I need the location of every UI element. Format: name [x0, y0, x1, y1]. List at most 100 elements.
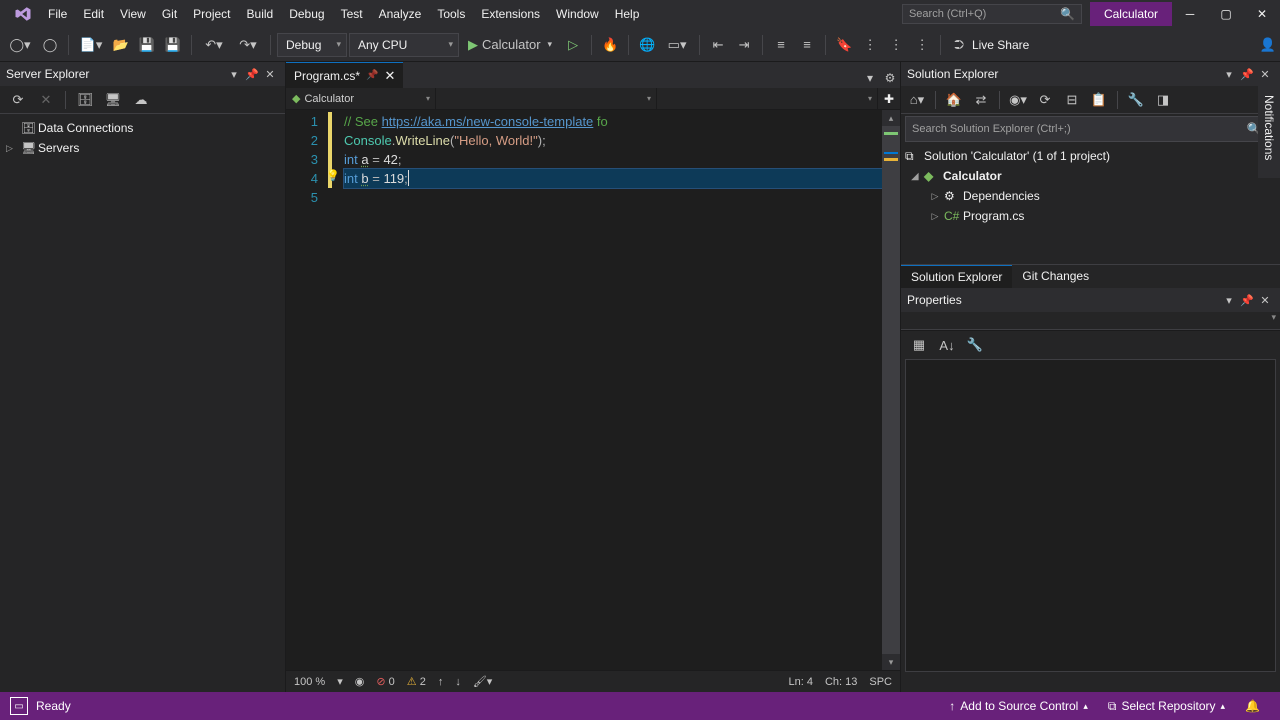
tree-item-data-connections[interactable]: 🗄 Data Connections	[0, 118, 285, 138]
sol-pending-button[interactable]: ◉▾	[1006, 88, 1030, 112]
sol-show-all-button[interactable]: 📋	[1087, 88, 1111, 112]
stop-refresh-button[interactable]: ✕	[34, 88, 58, 112]
hot-reload-button[interactable]: 🔥	[598, 33, 622, 57]
close-tab-button[interactable]: ✕	[384, 68, 395, 84]
bookmark-button[interactable]: 🔖	[832, 33, 856, 57]
no-issues-icon[interactable]: ◉	[355, 675, 365, 688]
code-cleanup-button[interactable]: 🖌▾	[473, 675, 493, 688]
lightbulb-icon[interactable]: 💡	[326, 169, 340, 182]
sol-sync-button[interactable]: ⟳	[1033, 88, 1057, 112]
menu-extensions[interactable]: Extensions	[473, 2, 548, 26]
file-tab-program-cs[interactable]: Program.cs* 📌 ✕	[286, 62, 403, 88]
next-issue-button[interactable]: ↓	[455, 676, 461, 688]
outdent-button[interactable]: ⇤	[706, 33, 730, 57]
menu-window[interactable]: Window	[548, 2, 607, 26]
panel-close-button[interactable]: ✕	[1256, 294, 1274, 307]
menu-git[interactable]: Git	[154, 2, 185, 26]
menu-project[interactable]: Project	[185, 2, 238, 26]
file-node-program-cs[interactable]: ▷ C# Program.cs	[901, 206, 1280, 226]
nav-member-dropdown[interactable]	[657, 88, 878, 109]
connect-azure-button[interactable]: ☁	[129, 88, 153, 112]
sol-home-button[interactable]: 🏠	[942, 88, 966, 112]
global-search-input[interactable]: Search (Ctrl+Q) 🔍	[902, 4, 1082, 24]
menu-view[interactable]: View	[112, 2, 154, 26]
property-pages-button[interactable]: 🔧	[963, 333, 987, 357]
tb-misc2[interactable]: ⋮	[884, 33, 908, 57]
warning-icon[interactable]: ⚠	[407, 676, 417, 688]
output-window-icon[interactable]: ▭	[10, 697, 28, 715]
connect-db-button[interactable]: 🗄	[73, 88, 97, 112]
tb-misc3[interactable]: ⋮	[910, 33, 934, 57]
start-without-debug-button[interactable]: ▷	[561, 33, 585, 57]
notifications-tab[interactable]: Notifications	[1258, 78, 1280, 178]
browser-link-button[interactable]: 🌐	[635, 33, 659, 57]
save-all-button[interactable]: 💾	[161, 33, 185, 57]
panel-dropdown-button[interactable]: ▾	[1220, 294, 1238, 307]
sol-switch-button[interactable]: ⇄	[969, 88, 993, 112]
window-maximize-button[interactable]: ▢	[1208, 0, 1244, 28]
uncomment-button[interactable]: ≡	[795, 33, 819, 57]
vertical-scrollbar[interactable]: ▴ ▾	[882, 110, 900, 670]
properties-combo-dropdown[interactable]: ▾	[1271, 312, 1276, 329]
add-source-control-button[interactable]: ↑ Add to Source Control ▴	[939, 699, 1098, 713]
nav-project-dropdown[interactable]: ◆ Calculator	[286, 88, 436, 109]
live-share-button[interactable]: ⮊ Live Share	[947, 33, 1040, 57]
menu-debug[interactable]: Debug	[281, 2, 332, 26]
menu-test[interactable]: Test	[333, 2, 371, 26]
dependencies-node[interactable]: ▷ ⚙ Dependencies	[901, 186, 1280, 206]
connect-server-button[interactable]: 🖥	[101, 88, 125, 112]
project-node[interactable]: ◢ ◆ Calculator	[901, 166, 1280, 186]
start-debug-button[interactable]: ▶ Calculator ▾	[461, 33, 559, 57]
refresh-button[interactable]: ⟳	[6, 88, 30, 112]
platform-dropdown[interactable]: Any CPU	[349, 33, 459, 57]
panel-pin-button[interactable]: 📌	[243, 68, 261, 81]
select-repository-button[interactable]: ⧉ Select Repository ▴	[1098, 699, 1235, 714]
panel-pin-button[interactable]: 📌	[1238, 68, 1256, 81]
new-item-button[interactable]: 📄▾	[75, 33, 107, 57]
prev-issue-button[interactable]: ↑	[438, 676, 444, 688]
window-close-button[interactable]: ✕	[1244, 0, 1280, 28]
pin-icon[interactable]: 📌	[366, 70, 378, 81]
sol-collapse-button[interactable]: ⊟	[1060, 88, 1084, 112]
menu-analyze[interactable]: Analyze	[371, 2, 430, 26]
panel-dropdown-button[interactable]: ▾	[1220, 68, 1238, 81]
menu-tools[interactable]: Tools	[429, 2, 473, 26]
redo-button[interactable]: ↷▾	[232, 33, 264, 57]
comment-button[interactable]: ≡	[769, 33, 793, 57]
notifications-button[interactable]: 🔔	[1235, 699, 1270, 713]
zoom-level[interactable]: 100 %	[294, 676, 325, 688]
menu-build[interactable]: Build	[239, 2, 282, 26]
indent-button[interactable]: ⇥	[732, 33, 756, 57]
layout-button[interactable]: ▭▾	[661, 33, 693, 57]
tab-settings-button[interactable]: ⚙	[880, 68, 900, 88]
menu-help[interactable]: Help	[607, 2, 648, 26]
panel-close-button[interactable]: ✕	[261, 68, 279, 81]
zoom-dropdown[interactable]: ▾	[337, 675, 343, 688]
tab-git-changes[interactable]: Git Changes	[1012, 265, 1099, 288]
error-icon[interactable]: ⊘	[376, 676, 385, 688]
window-minimize-button[interactable]: ─	[1172, 0, 1208, 28]
solution-node[interactable]: ⧉ Solution 'Calculator' (1 of 1 project)	[901, 146, 1280, 166]
code-area[interactable]: // See https://aka.ms/new-console-templa…	[344, 110, 882, 670]
categorized-button[interactable]: ▦	[907, 333, 931, 357]
indent-mode[interactable]: SPC	[869, 676, 892, 688]
tab-solution-explorer[interactable]: Solution Explorer	[901, 265, 1012, 288]
nav-back-button[interactable]: ◯▾	[4, 33, 36, 57]
sol-views-button[interactable]: ⌂▾	[905, 88, 929, 112]
nav-fwd-button[interactable]: ◯	[38, 33, 62, 57]
tab-dropdown-button[interactable]: ▾	[860, 68, 880, 88]
menu-edit[interactable]: Edit	[75, 2, 112, 26]
open-file-button[interactable]: 📂	[109, 33, 133, 57]
panel-pin-button[interactable]: 📌	[1238, 294, 1256, 307]
menu-file[interactable]: File	[40, 2, 75, 26]
tree-item-servers[interactable]: ▷ 🖥 Servers	[0, 138, 285, 158]
split-editor-button[interactable]: ✚	[878, 88, 900, 109]
config-dropdown[interactable]: Debug	[277, 33, 347, 57]
account-button[interactable]: 👤	[1256, 33, 1280, 57]
panel-dropdown-button[interactable]: ▾	[225, 68, 243, 81]
sol-properties-button[interactable]: 🔧	[1124, 88, 1148, 112]
tb-misc1[interactable]: ⋮	[858, 33, 882, 57]
undo-button[interactable]: ↶▾	[198, 33, 230, 57]
sol-preview-button[interactable]: ◨	[1151, 88, 1175, 112]
nav-type-dropdown[interactable]	[436, 88, 657, 109]
